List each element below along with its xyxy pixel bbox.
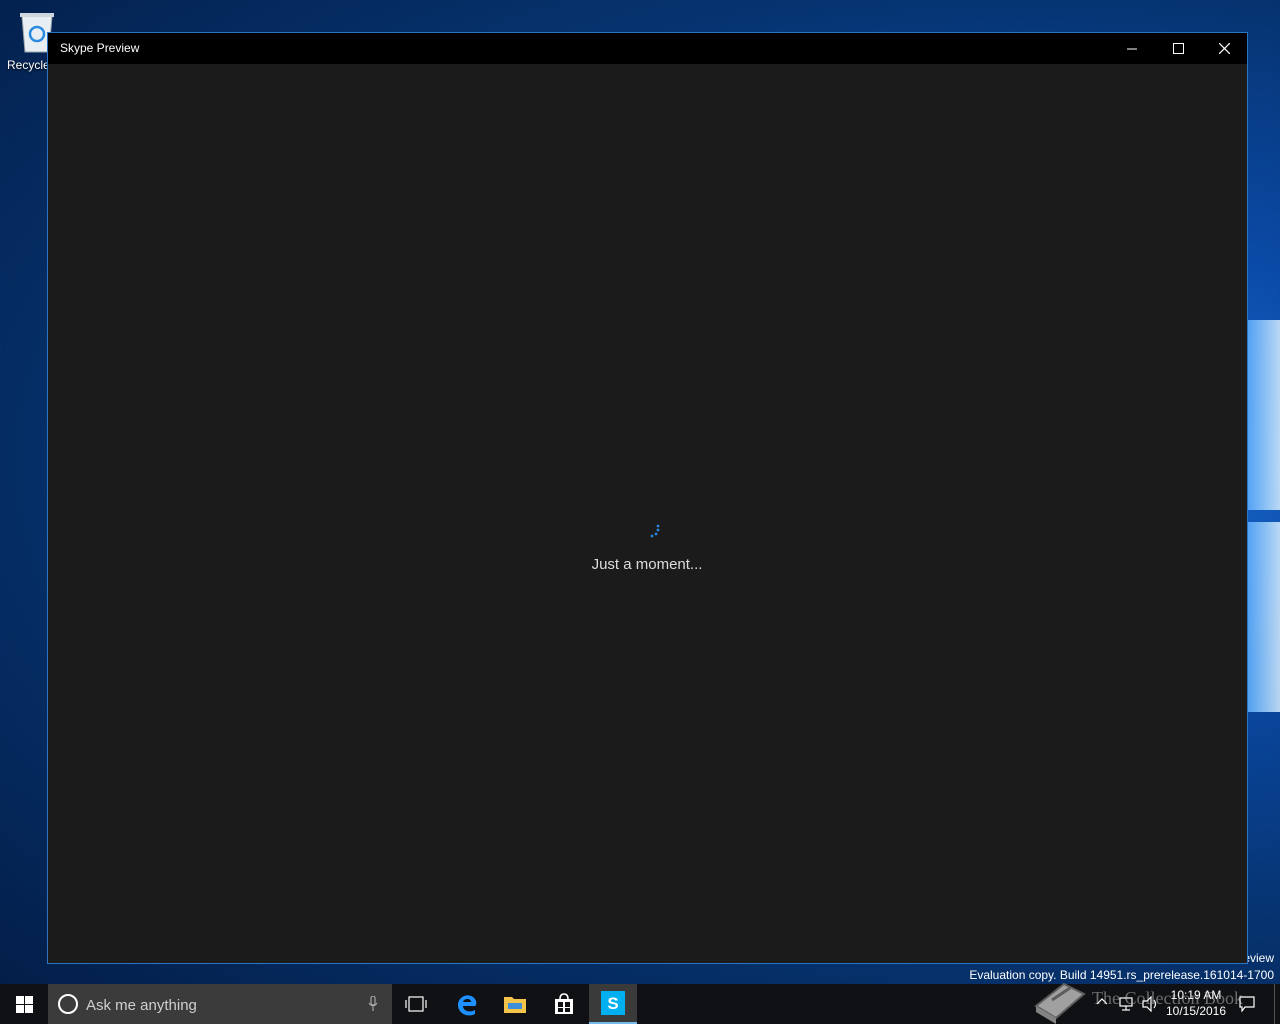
store-button[interactable] [540,984,588,1024]
microphone-icon[interactable] [368,996,378,1012]
book-watermark-icon [1034,982,1086,1024]
start-button[interactable] [0,984,48,1024]
window-content: Just a moment... [48,64,1247,963]
skype-icon: S [601,991,625,1015]
maximize-button[interactable] [1155,33,1201,64]
file-explorer-icon [504,997,526,1013]
loading-spinner-icon [650,524,660,538]
file-explorer-button[interactable] [491,984,539,1024]
store-icon [555,993,573,1014]
close-icon [1218,43,1230,54]
windows-start-icon [15,995,33,1013]
recycle-bin-label: Recycle [7,58,50,72]
task-view-button[interactable] [392,984,440,1024]
task-view-icon [405,996,427,1012]
skype-window: Skype Preview Just a moment... [47,32,1248,964]
skype-taskbar-button[interactable]: S [589,984,637,1024]
build-watermark: Evaluation copy. Build 14951.rs_prerelea… [969,968,1274,982]
cortana-search-box[interactable] [48,984,392,1024]
edge-button[interactable] [443,984,491,1024]
title-bar[interactable]: Skype Preview [48,33,1247,64]
loading-message: Just a moment... [591,556,703,573]
cortana-icon [58,994,78,1014]
window-title: Skype Preview [60,41,140,55]
collection-book-watermark: The Collection Book [1092,988,1243,1008]
close-button[interactable] [1201,33,1247,64]
search-input[interactable] [84,992,348,1018]
show-desktop-button[interactable] [1274,984,1280,1024]
edge-icon [458,995,477,1016]
windows-logo-wallpaper [1248,310,1280,720]
maximize-icon [1172,43,1184,54]
minimize-button[interactable] [1109,33,1155,64]
minimize-icon [1126,48,1137,50]
svg-text:S: S [607,994,618,1013]
